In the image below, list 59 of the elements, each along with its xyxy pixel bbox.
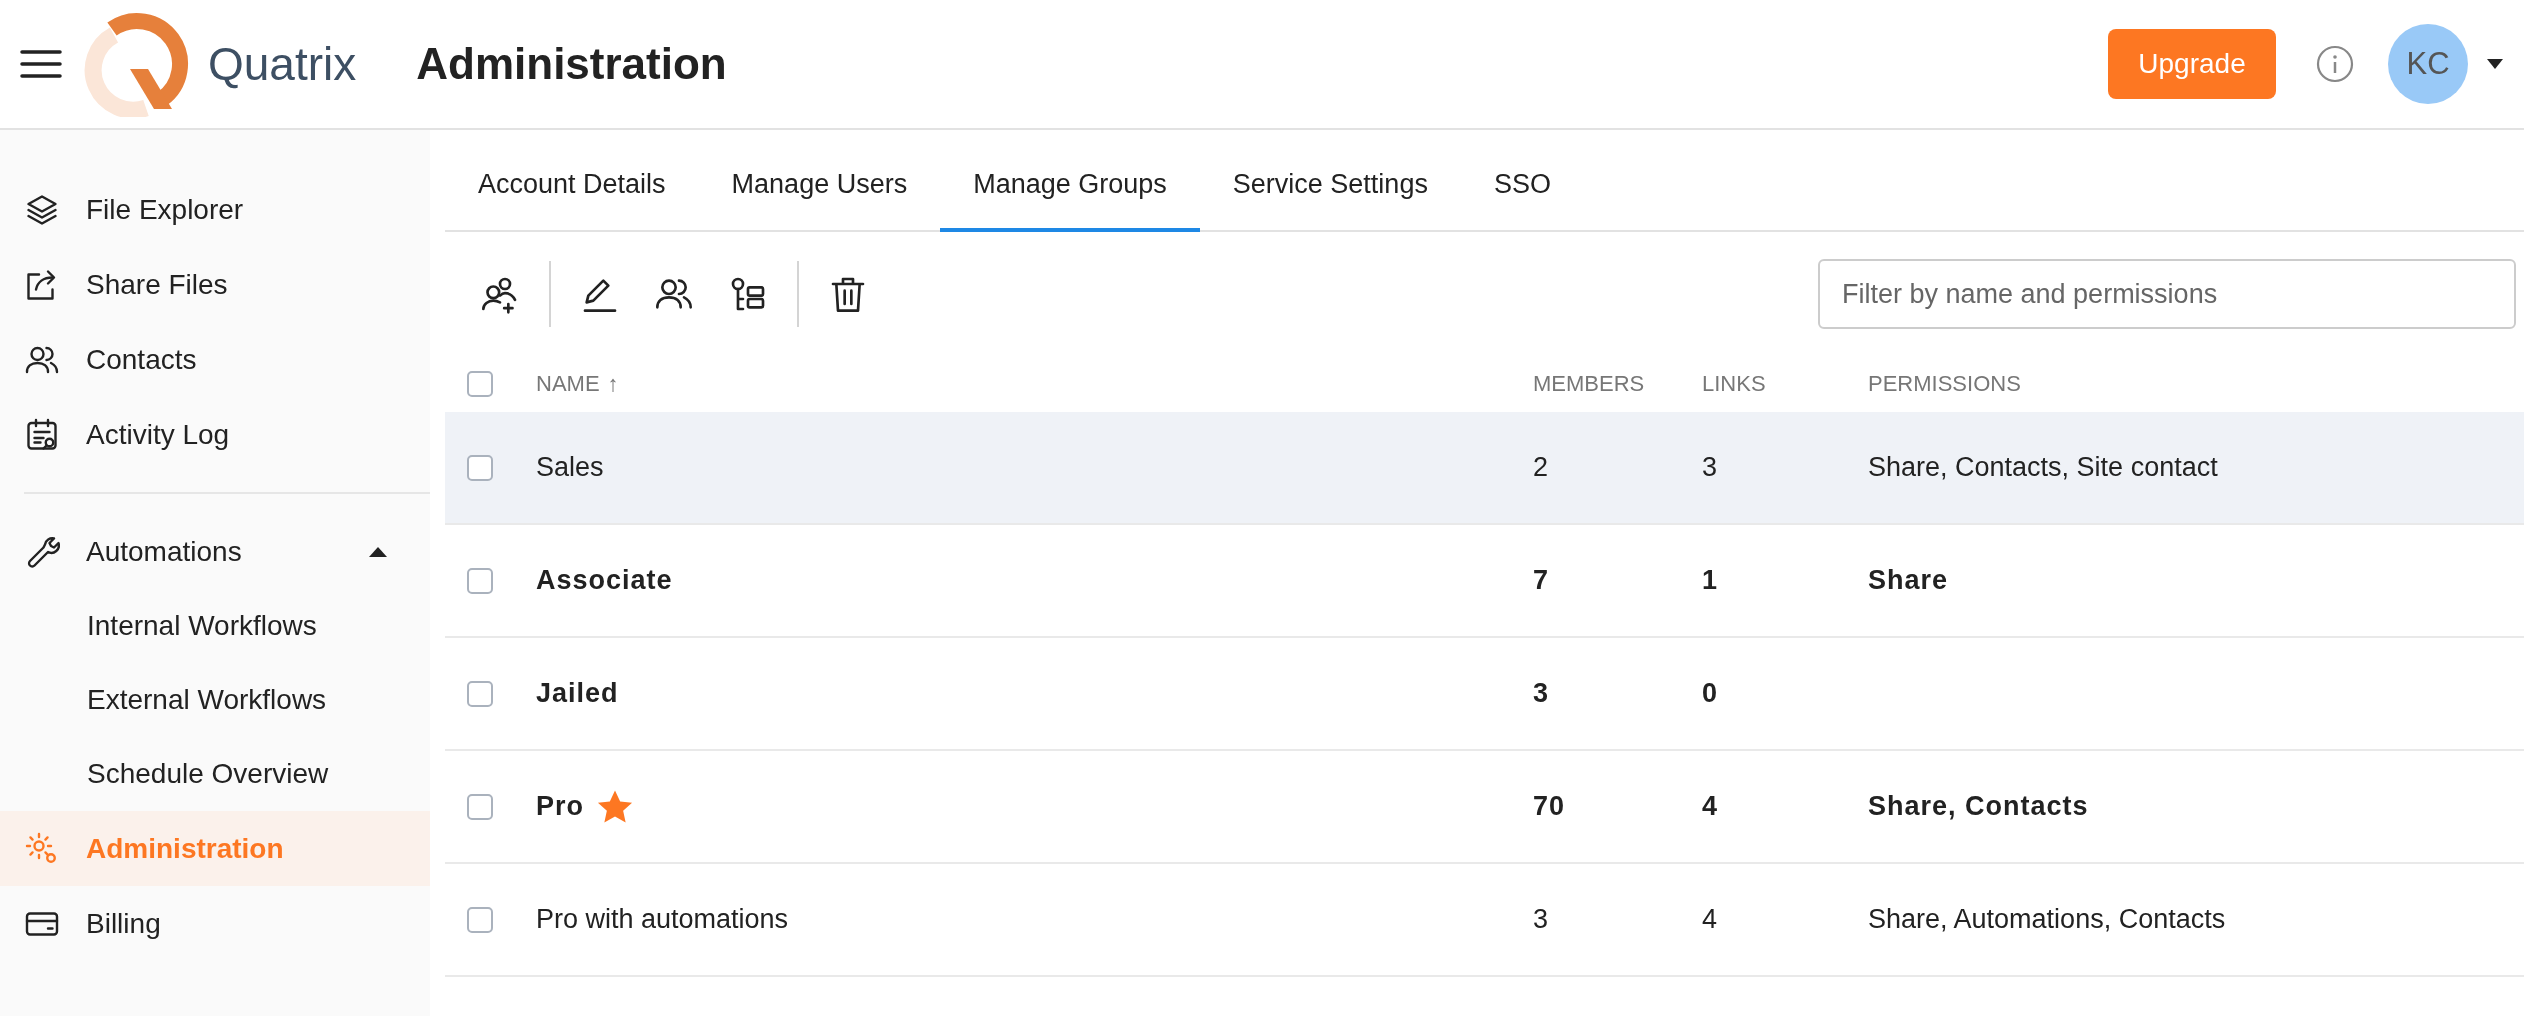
table-row[interactable]: Jailed 3 0 — [445, 638, 2524, 751]
sidebar-subitem[interactable]: External Workflows — [0, 663, 430, 737]
table-row[interactable]: Associate 7 1 Share — [445, 525, 2524, 638]
column-header[interactable]: PERMISSIONS — [1868, 371, 2524, 397]
info-icon[interactable] — [2316, 45, 2354, 83]
column-header[interactable]: LINKS — [1702, 371, 1868, 397]
group-name: Associate — [536, 565, 673, 596]
sidebar-subitem[interactable]: Internal Workflows — [0, 589, 430, 663]
table-cell-text: 0 — [1702, 678, 1720, 709]
select-all-checkbox[interactable] — [467, 371, 493, 397]
column-header[interactable]: MEMBERS — [1533, 371, 1702, 397]
filter-field[interactable]: Filter by name and permissions — [1818, 259, 2516, 329]
table-cell-text: 3 — [1533, 904, 1550, 935]
sidebar-item[interactable]: Share Files — [0, 247, 430, 322]
table-cell-text: Share, Contacts, Site contact — [1868, 452, 2219, 483]
table-cell-text: Share — [1868, 565, 1950, 596]
caret-icon[interactable] — [2486, 58, 2504, 70]
row-checkbox[interactable] — [467, 567, 493, 594]
table-cell-text: Share, Automations, Contacts — [1868, 904, 2227, 935]
group-name: Jailed — [536, 678, 619, 709]
table-cell-text: 3 — [1702, 452, 1719, 483]
table-row[interactable]: Sales 2 3 Share, Contacts, Site contact — [445, 412, 2524, 525]
sort-arrow[interactable]: ↑ — [607, 371, 619, 397]
table-cell-text: 1 — [1702, 565, 1720, 596]
menu-icon[interactable] — [20, 49, 62, 79]
table-cell-text: 7 — [1533, 565, 1551, 596]
table-row[interactable]: Pro 70 4 Share, Contacts — [445, 751, 2524, 864]
table-cell-text: 2 — [1533, 452, 1550, 483]
sidebar-item[interactable]: Billing — [0, 886, 430, 961]
group-name: Sales — [536, 452, 604, 483]
row-checkbox[interactable] — [467, 680, 493, 707]
group-name: Pro with automations — [536, 904, 789, 935]
caret-icon[interactable] — [368, 545, 388, 558]
sidebar-item[interactable]: Automations — [0, 514, 430, 589]
tab[interactable]: Manage Users — [698, 140, 941, 232]
group-name: Pro — [536, 791, 584, 822]
table-row[interactable]: Pro with automations 3 4 Share, Automations, Contacts — [445, 864, 2524, 977]
sidebar-item[interactable]: File Explorer — [0, 172, 430, 247]
calendar-search-icon — [24, 416, 60, 453]
sidebar-item[interactable]: Contacts — [0, 322, 430, 397]
tab[interactable]: Account Details — [445, 140, 699, 232]
sidebar-subitem[interactable]: Schedule Overview — [0, 737, 430, 811]
table-cell-text: 4 — [1702, 791, 1720, 822]
column-header[interactable]: NAME — [536, 371, 600, 397]
table-cell-text: 4 — [1702, 904, 1719, 935]
row-checkbox[interactable] — [467, 793, 493, 820]
row-checkbox[interactable] — [467, 906, 493, 933]
table-cell-text: Share, Contacts — [1868, 791, 2090, 822]
table-cell-text: 3 — [1533, 678, 1551, 709]
page-title: Administration — [416, 39, 727, 89]
row-checkbox[interactable] — [467, 454, 493, 481]
logo-icon — [84, 11, 190, 117]
user-avatar[interactable]: KC — [2388, 24, 2468, 104]
tab[interactable]: Service Settings — [1199, 140, 1461, 232]
table-cell-text: 70 — [1533, 791, 1567, 822]
brand-name: Quatrix — [208, 37, 357, 91]
sidebar-item[interactable]: Activity Log — [0, 397, 430, 472]
tab[interactable]: SSO — [1460, 140, 1584, 232]
tab[interactable]: Manage Groups — [940, 140, 1200, 232]
